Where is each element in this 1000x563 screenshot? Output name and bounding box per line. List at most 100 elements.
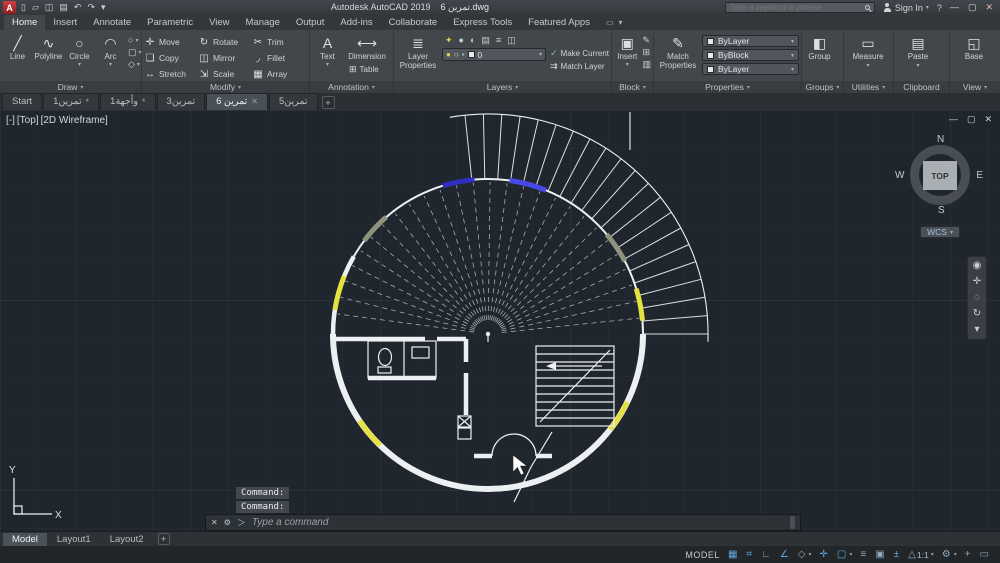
status-toggle-icon[interactable]: ⌗ ▾ <box>746 549 753 561</box>
base-button[interactable]: ◱ Base <box>952 32 996 62</box>
ribbon-tab[interactable]: View <box>201 15 237 30</box>
qat-icon[interactable]: ▾ <box>101 1 106 14</box>
navigation-tool-icon[interactable]: ◉ <box>973 261 982 271</box>
status-toggle-icon[interactable]: ▦ ▾ <box>728 549 738 561</box>
close-button[interactable]: ✕ <box>985 2 993 13</box>
panel-label-utilities[interactable]: Utilities ▾ <box>844 81 894 93</box>
navigation-tool-icon[interactable]: ↻ <box>973 309 981 319</box>
viewport-control[interactable]: [-] <box>6 115 15 126</box>
layer-tool-icon[interactable]: ✦ <box>445 35 453 45</box>
status-toggle-icon[interactable]: ▢ ▾ <box>837 549 852 561</box>
command-line[interactable]: ✕ ⚙ ＞ Type a command <box>205 514 801 531</box>
status-toggle-icon[interactable]: ▣ ▾ <box>875 549 885 561</box>
drawing-canvas[interactable]: Y X [-] [Top] [2D Wireframe] — ▢ ✕ N S W E T… <box>0 110 1000 531</box>
layer-tool-icon[interactable]: ◫ <box>507 35 516 45</box>
block-extra-tool[interactable]: ⊞ <box>642 48 651 57</box>
make-current-button[interactable]: ✓ Make Current <box>550 48 609 59</box>
modify-tool-button[interactable]: ❏ Copy <box>144 50 198 66</box>
ribbon-tab[interactable]: Featured Apps <box>520 15 598 30</box>
modify-tool-button[interactable]: ▦ Array <box>252 66 306 82</box>
viewcube-south[interactable]: S <box>938 205 945 216</box>
ribbon-tab[interactable]: Annotate <box>85 15 139 30</box>
navigation-tool-icon[interactable]: ✛ <box>973 277 981 287</box>
block-extra-tool[interactable]: ▥ <box>642 60 651 69</box>
ribbon-minimize-icon[interactable]: ▭ <box>606 18 614 27</box>
search-input[interactable] <box>729 3 861 12</box>
ribbon-tab[interactable]: Express Tools <box>445 15 520 30</box>
new-layout-button[interactable]: + <box>157 533 170 545</box>
command-customize-icon[interactable]: ⚙ <box>224 518 231 527</box>
navigation-tool-icon[interactable]: ▾ <box>974 325 979 335</box>
modify-tool-button[interactable]: ◫ Mirror <box>198 50 252 66</box>
ribbon-tab[interactable]: Collaborate <box>381 15 446 30</box>
draw-tool-button[interactable]: ╱ Line ▾ <box>2 32 33 68</box>
insert-block-button[interactable]: ▣ Insert ▾ <box>614 32 640 68</box>
status-toggle-icon[interactable]: ▭ ▾ <box>980 549 990 561</box>
modify-tool-button[interactable]: ✛ Move <box>144 34 198 50</box>
qat-icon[interactable]: ◫ <box>45 1 54 14</box>
status-toggle-icon[interactable]: ± ▾ <box>894 549 901 561</box>
ribbon-tab[interactable]: Parametric <box>139 15 201 30</box>
viewcube-east[interactable]: E <box>976 170 983 181</box>
viewcube[interactable]: N S W E TOP <box>895 134 983 216</box>
viewcube-west[interactable]: W <box>895 170 904 181</box>
viewport-control[interactable]: [2D Wireframe] <box>41 115 108 126</box>
panel-label-clipboard[interactable]: Clipboard <box>894 81 950 93</box>
status-toggle-icon[interactable]: ✛ ▾ <box>820 549 829 561</box>
panel-label-view[interactable]: View ▾ <box>950 81 1000 93</box>
modify-tool-button[interactable]: ↻ Rotate <box>198 34 252 50</box>
panel-label-modify[interactable]: Modify ▾ <box>142 81 310 93</box>
modify-tool-button[interactable]: ↔ Stretch <box>144 66 198 82</box>
property-dropdown[interactable]: ByBlock ▾ <box>702 49 799 61</box>
qat-icon[interactable]: ↷ <box>87 1 95 14</box>
draw-tool-button[interactable]: ∿ Polyline ▾ <box>33 32 64 68</box>
restore-button[interactable]: ▢ <box>968 2 977 13</box>
wcs-dropdown[interactable]: WCS ▾ <box>920 226 960 238</box>
status-toggle-icon[interactable]: ∠ ▾ <box>780 549 790 561</box>
new-drawing-tab-button[interactable]: + <box>321 96 335 109</box>
text-button[interactable]: A Text ▾ <box>312 32 343 68</box>
file-tab[interactable]: تمرين3 ✕ <box>156 93 206 110</box>
status-toggle-icon[interactable]: △ 1:1 ▾ <box>908 549 934 561</box>
file-tab[interactable]: Start ✕ <box>2 93 43 110</box>
search-icon[interactable] <box>864 5 870 10</box>
panel-label-properties[interactable]: Properties ▾ <box>654 81 802 93</box>
property-dropdown[interactable]: ByLayer ▾ <box>702 35 799 47</box>
panel-label-block[interactable]: Block ▾ <box>612 81 654 93</box>
ribbon-tab[interactable]: Add-ins <box>332 15 380 30</box>
viewcube-north[interactable]: N <box>937 134 944 145</box>
ribbon-tab[interactable]: Output <box>288 15 333 30</box>
sign-in-button[interactable]: Sign In ▾ <box>883 3 929 13</box>
layer-tool-icon[interactable]: ▤ <box>481 35 490 45</box>
draw-extra-tool[interactable]: ◇ ▾ <box>128 60 142 69</box>
close-tab-icon[interactable]: ✕ <box>251 97 258 106</box>
layout-tab[interactable]: Model <box>3 532 47 546</box>
command-close-icon[interactable]: ✕ <box>211 518 218 527</box>
draw-tool-button[interactable]: ◠ Arc ▾ <box>95 32 126 68</box>
match-layer-button[interactable]: ⇉ Match Layer <box>550 61 609 72</box>
drawing-window-button[interactable]: — <box>949 114 958 125</box>
measure-button[interactable]: ▭ Measure ▾ <box>846 32 890 69</box>
layer-properties-button[interactable]: ≣ Layer Properties <box>396 32 440 70</box>
paste-button[interactable]: ▤ Paste ▾ <box>896 32 940 69</box>
qat-icon[interactable]: ▤ <box>59 1 68 14</box>
layer-dropdown[interactable]: ● ○ ▪ 0 ▾ <box>442 48 546 61</box>
ribbon-tab[interactable]: Home <box>4 15 46 30</box>
match-properties-button[interactable]: ✎ Match Properties <box>656 32 700 70</box>
panel-label-groups[interactable]: Groups ▾ <box>802 81 844 93</box>
drawing-window-button[interactable]: ▢ <box>967 114 976 125</box>
qat-icon[interactable]: ↶ <box>74 1 82 14</box>
draw-extra-tool[interactable]: ○ ▾ <box>128 36 142 45</box>
layer-tool-icon[interactable]: ◐ <box>470 35 475 45</box>
file-tab[interactable]: تمرين1 * ✕ <box>43 93 100 110</box>
status-toggle-icon[interactable]: ≡ ▾ <box>860 549 867 561</box>
property-dropdown[interactable]: ByLayer ▾ <box>702 63 799 75</box>
help-search-box[interactable] <box>724 2 875 13</box>
help-icon[interactable]: ? <box>937 3 942 13</box>
minimize-button[interactable]: — <box>950 2 959 13</box>
viewcube-top-face[interactable]: TOP <box>923 161 957 190</box>
navigation-tool-icon[interactable]: ◌ <box>974 293 980 303</box>
status-toggle-icon[interactable]: ∟ ▾ <box>761 549 772 561</box>
modify-tool-button[interactable]: ⇲ Scale <box>198 66 252 82</box>
file-tab[interactable]: وأجهة1 * ✕ <box>100 93 156 110</box>
